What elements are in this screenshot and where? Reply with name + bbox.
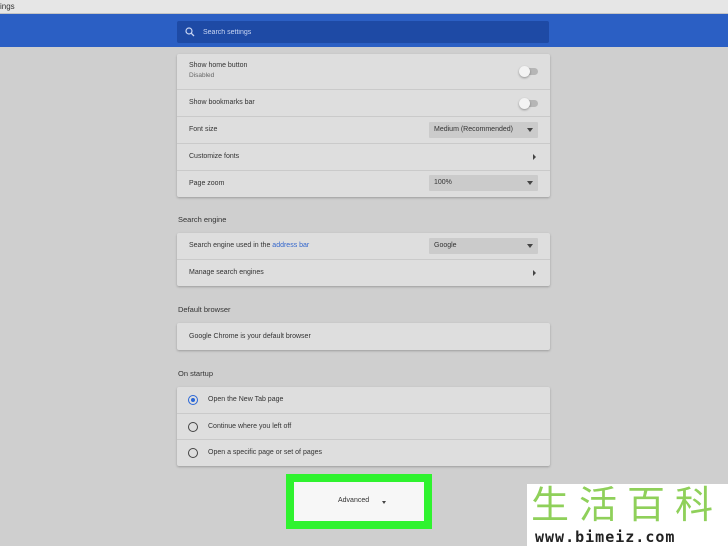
- page-zoom-label: Page zoom: [189, 180, 225, 187]
- radio-continue[interactable]: [188, 422, 198, 432]
- font-size-label: Font size: [189, 126, 218, 133]
- font-size-value: Medium (Recommended): [434, 126, 513, 133]
- chevron-down-icon: [527, 181, 533, 185]
- bookmarks-bar-toggle[interactable]: [519, 98, 538, 109]
- search-engine-title: Search engine: [178, 215, 227, 224]
- advanced-label: Advanced: [338, 497, 370, 504]
- watermark: 生活百科 www.bimeiz.com: [527, 484, 728, 546]
- manage-search-engines-label: Manage search engines: [189, 269, 264, 276]
- customize-fonts-label: Customize fonts: [189, 153, 240, 160]
- bookmarks-bar-label: Show bookmarks bar: [189, 99, 255, 106]
- page-zoom-select[interactable]: 100%: [429, 175, 538, 191]
- watermark-text: 生活百科: [531, 483, 724, 527]
- startup-option-label: Continue where you left off: [208, 423, 292, 430]
- chevron-down-icon: [527, 128, 533, 132]
- page-zoom-value: 100%: [434, 179, 452, 186]
- default-browser-card: Google Chrome is your default browser: [177, 323, 550, 350]
- search-engine-value: Google: [434, 242, 457, 249]
- startup-option-label: Open a specific page or set of pages: [208, 449, 323, 456]
- default-browser-row: Google Chrome is your default browser: [177, 323, 550, 350]
- customize-fonts-row[interactable]: Customize fonts: [177, 144, 550, 171]
- search-icon: [184, 26, 196, 38]
- startup-option-continue[interactable]: Continue where you left off: [177, 414, 550, 440]
- search-engine-row: Search engine used in the address bar Go…: [177, 233, 550, 260]
- radio-new-tab[interactable]: [188, 395, 198, 405]
- home-button-status: Disabled: [189, 72, 215, 79]
- radio-specific-pages[interactable]: [188, 448, 198, 458]
- appearance-card: Show home button Disabled Show bookmarks…: [177, 54, 550, 197]
- page-zoom-row: Page zoom 100%: [177, 171, 550, 197]
- search-engine-card: Search engine used in the address bar Go…: [177, 233, 550, 286]
- startup-option-specific-pages[interactable]: Open a specific page or set of pages: [177, 440, 550, 466]
- home-button-toggle[interactable]: [519, 66, 538, 77]
- manage-search-engines-row[interactable]: Manage search engines: [177, 260, 550, 286]
- home-button-row[interactable]: Show home button Disabled: [177, 54, 550, 90]
- font-size-row: Font size Medium (Recommended): [177, 117, 550, 144]
- font-size-select[interactable]: Medium (Recommended): [429, 122, 538, 138]
- window-titlebar: ings: [0, 0, 728, 14]
- on-startup-title: On startup: [178, 369, 214, 378]
- search-input[interactable]: [203, 25, 523, 39]
- chevron-down-icon: [382, 501, 386, 504]
- on-startup-card: Open the New Tab page Continue where you…: [177, 387, 550, 466]
- advanced-button[interactable]: Advanced: [294, 482, 424, 521]
- search-engine-select[interactable]: Google: [429, 238, 538, 254]
- watermark-url: www.bimeiz.com: [535, 528, 676, 546]
- chevron-right-icon: [533, 270, 536, 276]
- search-box[interactable]: [177, 21, 549, 43]
- startup-option-label: Open the New Tab page: [208, 396, 284, 403]
- default-browser-title: Default browser: [178, 305, 231, 314]
- search-engine-label: Search engine used in the address bar: [189, 242, 310, 249]
- chevron-right-icon: [533, 154, 536, 160]
- home-button-label: Show home button: [189, 62, 248, 69]
- window-title: ings: [0, 2, 15, 11]
- chevron-down-icon: [527, 244, 533, 248]
- startup-option-new-tab[interactable]: Open the New Tab page: [177, 387, 550, 414]
- default-browser-status: Google Chrome is your default browser: [189, 333, 311, 340]
- address-bar-link[interactable]: address bar: [272, 242, 309, 249]
- bookmarks-bar-row[interactable]: Show bookmarks bar: [177, 90, 550, 117]
